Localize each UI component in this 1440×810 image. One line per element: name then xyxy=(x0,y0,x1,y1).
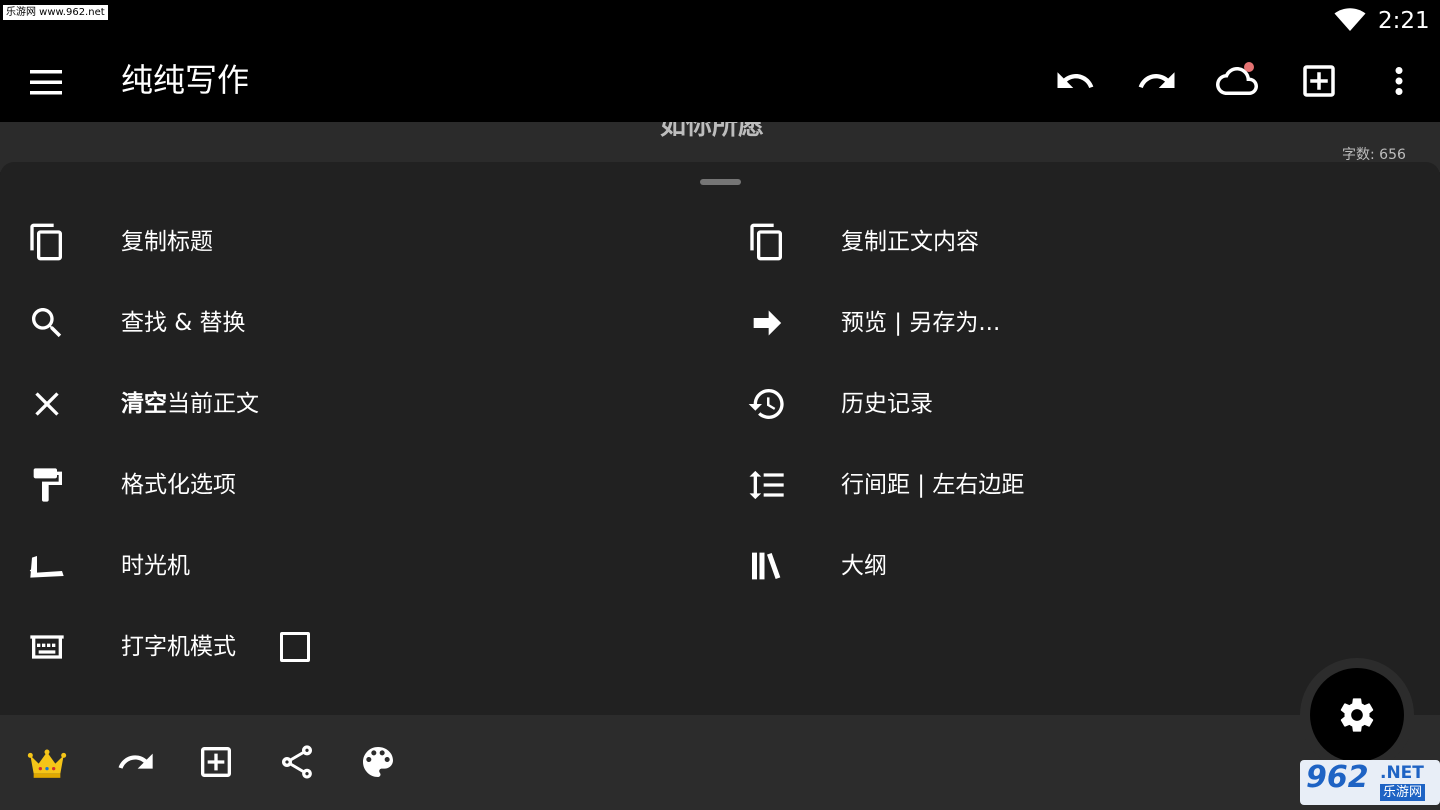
typewriter-mode-checkbox[interactable] xyxy=(280,632,310,662)
search-icon xyxy=(27,303,67,343)
gear-icon xyxy=(1340,698,1374,732)
menu-item-label-rest: 当前正文 xyxy=(167,391,259,417)
document-title: 如你所愿 xyxy=(660,122,765,141)
undo-button[interactable] xyxy=(1054,60,1096,102)
insert-button[interactable] xyxy=(196,742,236,782)
menu-item-label: 预览 | 另存为... xyxy=(841,310,1001,336)
redo-icon xyxy=(1138,72,1175,88)
options-sheet: 复制标题 查找 & 替换 清空当前正文 格式化选项 时光机 打字机模式 复制正文… xyxy=(0,162,1440,715)
menu-item-format-options[interactable]: 格式化选项 xyxy=(27,455,667,515)
history-icon xyxy=(747,384,787,424)
watermark-cn: 乐游网 xyxy=(1380,784,1426,801)
drag-handle[interactable] xyxy=(700,179,741,185)
menu-item-clear-text[interactable]: 清空当前正文 xyxy=(27,374,667,434)
status-clock: 2:21 xyxy=(1378,8,1430,34)
add-document-button[interactable] xyxy=(1298,60,1340,102)
cloud-sync-button[interactable] xyxy=(1216,60,1258,102)
settings-fab[interactable] xyxy=(1310,668,1404,762)
arrow-right-icon xyxy=(747,303,787,343)
app-bar: 纯纯写作 xyxy=(0,40,1440,122)
redo-bottom-button[interactable] xyxy=(116,742,156,782)
copy-icon xyxy=(27,222,67,262)
more-options-button[interactable] xyxy=(1378,60,1420,102)
menu-item-label: 大纲 xyxy=(841,553,887,579)
watermark-net: .NET xyxy=(1380,763,1424,783)
menu-item-label: 打字机模式 xyxy=(121,634,236,660)
menu-item-find-replace[interactable]: 查找 & 替换 xyxy=(27,293,667,353)
menu-item-label-bold: 清空 xyxy=(121,391,167,417)
library-icon xyxy=(747,546,787,586)
redo-icon xyxy=(118,753,153,769)
add-box-icon xyxy=(1303,65,1335,97)
watermark-top-left: 乐游网 www.962.net xyxy=(3,5,108,20)
menu-item-copy-title[interactable]: 复制标题 xyxy=(27,212,667,272)
menu-item-label: 查找 & 替换 xyxy=(121,310,246,336)
menu-item-label: 时光机 xyxy=(121,553,190,579)
menu-item-time-machine[interactable]: 时光机 xyxy=(27,536,667,596)
time-machine-icon xyxy=(27,546,67,586)
theme-button[interactable] xyxy=(358,742,398,782)
status-bar: 乐游网 www.962.net 2:21 xyxy=(0,0,1440,40)
wifi-icon xyxy=(1334,8,1366,31)
undo-icon xyxy=(1057,72,1094,88)
share-icon xyxy=(282,745,312,779)
crown-icon xyxy=(27,749,67,778)
menu-item-label: 行间距 | 左右边距 xyxy=(841,472,1025,498)
add-box-icon xyxy=(201,747,231,777)
menu-item-copy-body[interactable]: 复制正文内容 xyxy=(747,212,1407,272)
share-button[interactable] xyxy=(277,742,317,782)
typewriter-icon xyxy=(27,627,67,667)
more-vert-icon xyxy=(1395,67,1403,95)
notification-dot xyxy=(1244,62,1254,72)
menu-item-preview-save-as[interactable]: 预览 | 另存为... xyxy=(747,293,1407,353)
paint-roller-icon xyxy=(27,465,67,505)
app-title: 纯纯写作 xyxy=(121,61,250,99)
menu-item-line-spacing[interactable]: 行间距 | 左右边距 xyxy=(747,455,1407,515)
bottom-toolbar xyxy=(0,715,1440,810)
menu-item-label: 历史记录 xyxy=(841,391,933,417)
close-icon xyxy=(27,384,67,424)
menu-item-label: 格式化选项 xyxy=(121,472,236,498)
menu-item-outline[interactable]: 大纲 xyxy=(747,536,1407,596)
copy-icon xyxy=(747,222,787,262)
palette-icon xyxy=(363,747,393,777)
menu-item-label: 清空当前正文 xyxy=(121,387,259,421)
redo-button[interactable] xyxy=(1136,60,1178,102)
premium-button[interactable] xyxy=(27,742,67,782)
menu-item-history[interactable]: 历史记录 xyxy=(747,374,1407,434)
menu-item-label: 复制标题 xyxy=(121,229,213,255)
watermark-bottom-right: 962 .NET 乐游网 xyxy=(1300,760,1440,805)
line-spacing-icon xyxy=(747,465,787,505)
menu-item-label: 复制正文内容 xyxy=(841,229,979,255)
watermark-number: 962 xyxy=(1306,760,1369,795)
menu-icon[interactable] xyxy=(28,64,64,100)
